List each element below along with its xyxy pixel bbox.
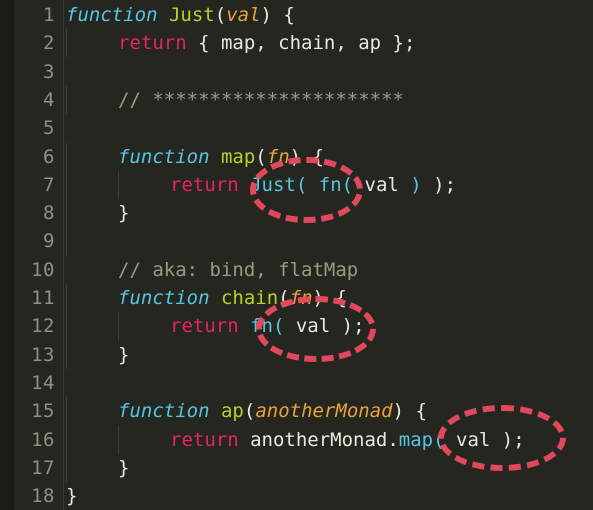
arg-val: val <box>444 428 502 451</box>
keyword-return: return <box>170 173 239 196</box>
keyword-function: function <box>118 287 210 309</box>
indent-guide <box>66 284 67 369</box>
indent-guide <box>66 397 67 483</box>
line-number[interactable]: 6 <box>15 143 55 171</box>
code-line-12[interactable]: return fn( val ); <box>170 312 365 340</box>
arg-val: val <box>284 315 342 338</box>
line-number[interactable]: 2 <box>15 29 55 57</box>
open-brace: { <box>323 287 347 309</box>
close-brace: } <box>118 456 130 479</box>
param-another-monad: anotherMonad <box>255 400 393 423</box>
open-brace: { <box>301 145 324 168</box>
function-name-chain: chain <box>220 287 279 309</box>
code-line-18[interactable]: } <box>66 482 77 510</box>
indent-guide <box>118 312 119 341</box>
close-paren: ) <box>312 287 324 309</box>
keyword-function: function <box>118 145 210 168</box>
code-line-15[interactable]: function ap(anotherMonad) { <box>118 397 427 425</box>
line-number[interactable]: 18 <box>15 482 55 510</box>
indent-guide <box>66 142 67 256</box>
open-brace: { <box>271 4 295 26</box>
line-number[interactable]: 9 <box>15 227 55 255</box>
comment-separator: // ********************** <box>118 88 404 111</box>
close-paren: ); <box>501 428 525 451</box>
line-number[interactable]: 16 <box>15 426 55 454</box>
open-paren: ( <box>214 4 227 26</box>
open-brace: { <box>404 400 427 423</box>
code-line-11[interactable]: function chain(fn) { <box>118 284 347 312</box>
code-line-6[interactable]: function map(fn) { <box>118 143 324 171</box>
line-number[interactable]: 10 <box>15 256 55 284</box>
object-another-monad: anotherMonad. <box>238 428 399 451</box>
code-line-8[interactable]: } <box>118 199 129 227</box>
line-number[interactable]: 3 <box>15 58 55 86</box>
code-line-13[interactable]: } <box>118 341 129 369</box>
line-number[interactable]: 12 <box>15 312 55 340</box>
code-line-2[interactable]: return { map, chain, ap }; <box>118 29 415 57</box>
code-content-area[interactable]: function Just(val) { return { map, chain… <box>64 0 593 510</box>
call-map: map( <box>398 428 445 451</box>
line-number[interactable]: 8 <box>15 199 55 227</box>
code-line-16[interactable]: return anotherMonad.map( val ); <box>170 426 525 454</box>
close-paren: ) <box>289 145 302 168</box>
close-paren-outer: ); <box>421 173 457 196</box>
close-brace: } <box>66 485 78 508</box>
close-brace: } <box>118 343 130 366</box>
param-fn: fn <box>266 145 290 168</box>
call-just: Just( <box>250 173 308 196</box>
function-name-map: map <box>220 145 256 168</box>
keyword-return: return <box>118 32 187 55</box>
close-brace: } <box>118 202 130 225</box>
keyword-function: function <box>66 4 158 26</box>
line-number-gutter: 1 2 3 4 5 6 7 8 9 10 11 12 13 14 15 16 1… <box>14 0 63 510</box>
comment-aka: // aka: bind, flatMap <box>118 258 359 281</box>
close-paren: ) <box>260 4 272 26</box>
indent-guide <box>66 85 67 115</box>
function-name-ap: ap <box>220 400 244 423</box>
code-line-10[interactable]: // aka: bind, flatMap <box>118 256 358 284</box>
param-val: val <box>226 4 261 26</box>
open-paren: ( <box>255 145 267 168</box>
line-number[interactable]: 14 <box>15 369 55 397</box>
open-paren: ( <box>243 400 256 423</box>
code-editor-screen: 1 2 3 4 5 6 7 8 9 10 11 12 13 14 15 16 1… <box>0 0 593 510</box>
line-number[interactable]: 13 <box>15 341 55 369</box>
indent-guide <box>118 170 119 200</box>
call-fn: fn( <box>318 173 354 196</box>
function-name-just: Just <box>168 4 215 26</box>
line-number[interactable]: 1 <box>15 1 55 29</box>
arg-val: val <box>353 173 411 196</box>
object-literal: { map, chain, ap }; <box>186 32 416 55</box>
code-line-1[interactable]: function Just(val) { <box>66 1 295 29</box>
keyword-function: function <box>118 400 210 423</box>
keyword-return: return <box>170 428 239 451</box>
close-paren: ) <box>392 400 405 423</box>
line-number[interactable]: 5 <box>15 114 55 142</box>
call-fn: fn( <box>250 315 285 338</box>
close-paren-inner: ) <box>410 173 422 196</box>
indent-guide <box>66 28 67 57</box>
line-number[interactable]: 17 <box>15 454 55 482</box>
close-paren: ); <box>341 315 365 338</box>
code-line-4[interactable]: // ********************** <box>118 86 404 114</box>
code-line-17[interactable]: } <box>118 454 129 482</box>
gutter-divider <box>63 0 64 510</box>
indent-guide <box>118 425 119 454</box>
line-number[interactable]: 4 <box>15 86 55 114</box>
line-number[interactable]: 11 <box>15 284 55 312</box>
open-paren: ( <box>278 287 290 309</box>
editor-left-rail <box>0 0 14 510</box>
code-line-7[interactable]: return Just( fn( val ) ); <box>170 171 456 199</box>
param-fn: fn <box>289 287 313 309</box>
line-number[interactable]: 7 <box>15 171 55 199</box>
keyword-return: return <box>170 315 239 338</box>
line-number[interactable]: 15 <box>15 397 55 425</box>
